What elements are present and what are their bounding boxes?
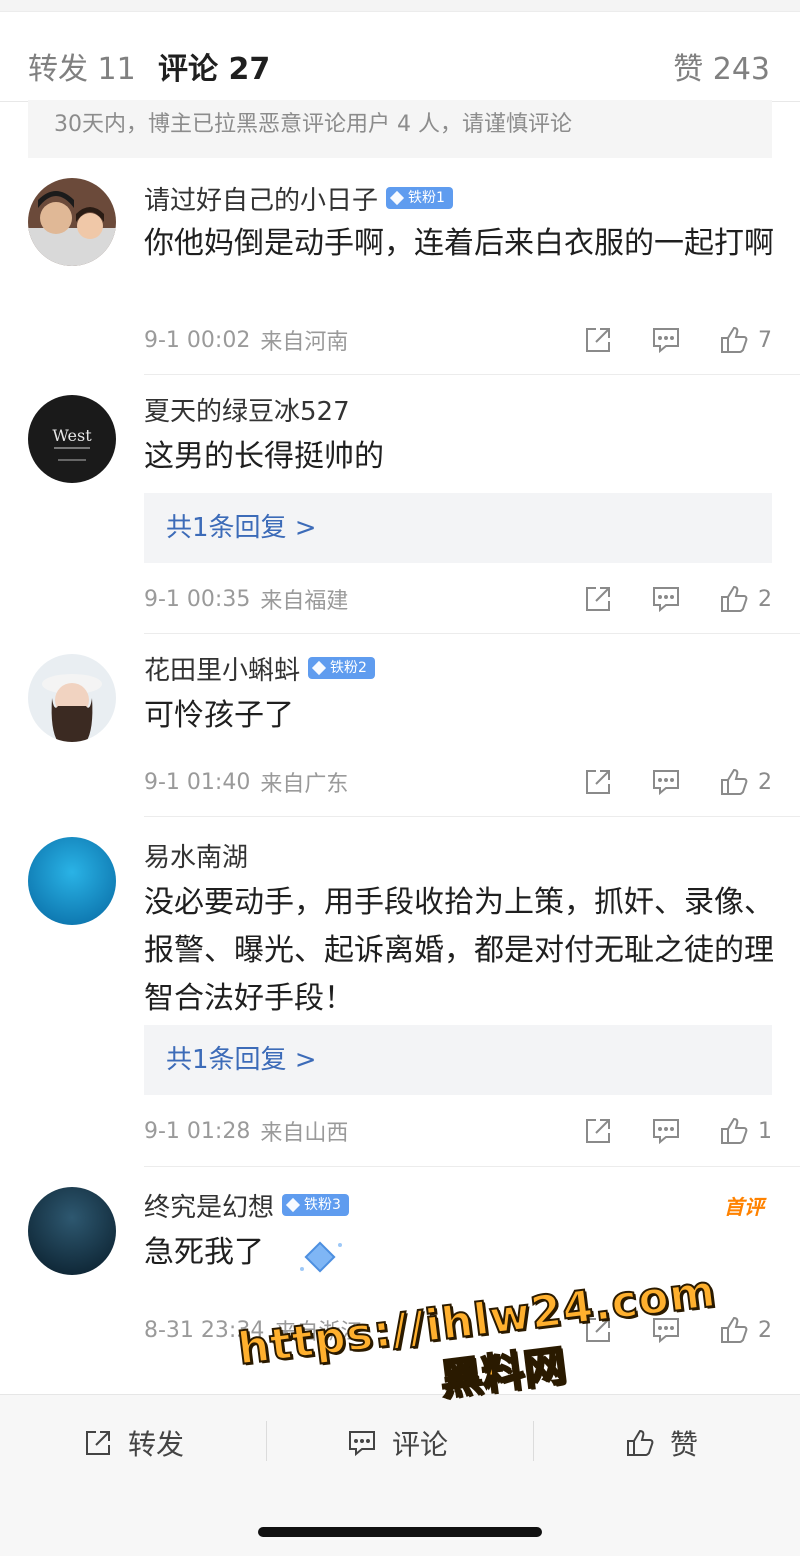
like-count: 2 <box>758 586 772 612</box>
view-replies-link[interactable]: 共1条回复 > <box>144 1025 772 1095</box>
view-replies-link[interactable]: 共1条回复 > <box>144 493 772 563</box>
avatar[interactable] <box>28 178 116 266</box>
like-button[interactable]: 2 <box>718 766 772 798</box>
comment-location: 来自福建 <box>260 589 349 614</box>
fan-badge: 铁粉1 <box>386 187 453 209</box>
share-icon <box>586 1119 610 1143</box>
like-count: 2 <box>758 1317 772 1343</box>
share-icon <box>586 587 610 611</box>
like-button[interactable]: 1 <box>718 1115 772 1147</box>
svg-text:West: West <box>52 426 92 445</box>
user-name[interactable]: 夏天的绿豆冰527 <box>144 391 350 428</box>
comment-location: 来自广东 <box>260 772 349 797</box>
share-button[interactable] <box>582 324 614 356</box>
avatar[interactable] <box>28 654 116 742</box>
fan-badge-label: 铁粉3 <box>304 1197 341 1213</box>
like-button[interactable]: 2 <box>718 1314 772 1346</box>
like-count: 1 <box>758 1118 772 1144</box>
first-comment-tag: 首评 <box>724 1195 764 1219</box>
status-strip <box>0 0 800 12</box>
fan-badge: 铁粉3 <box>282 1194 349 1216</box>
comment-time: 9-1 01:40 <box>144 769 251 795</box>
like-post-button[interactable]: 赞 <box>624 1423 698 1463</box>
comment-icon <box>653 770 679 796</box>
comment-list: 请过好自己的小日子 铁粉1 你他妈倒是动手啊，连着后来白衣服的一起打啊 9-1 … <box>0 162 800 1402</box>
comment-location: 来自山西 <box>260 1121 349 1146</box>
comment-icon <box>653 587 679 613</box>
comment-text: 你他妈倒是动手啊，连着后来白衣服的一起打啊 <box>144 226 774 261</box>
user-name[interactable]: 易水南湖 <box>144 837 248 874</box>
share-button[interactable] <box>582 1115 614 1147</box>
thumbs-up-icon <box>721 1316 748 1343</box>
comment-icon <box>349 1431 375 1457</box>
tab-forward[interactable]: 转发 11 <box>28 50 136 90</box>
user-name[interactable]: 花田里小蝌蚪 <box>144 650 300 687</box>
share-icon <box>86 1431 110 1455</box>
reply-button[interactable] <box>650 324 682 356</box>
thumbs-up-icon <box>721 1117 748 1144</box>
thumbs-up-icon <box>627 1429 654 1456</box>
fan-badge-label: 铁粉1 <box>408 190 445 206</box>
diamond-icon <box>389 190 405 206</box>
like-label: 赞 <box>670 1428 699 1461</box>
sparkle-gem-icon <box>300 1241 342 1273</box>
home-indicator <box>258 1527 542 1537</box>
fan-badge: 铁粉2 <box>308 657 375 679</box>
comment-text: 这男的长得挺帅的 <box>144 439 384 474</box>
comment-icon <box>653 328 679 354</box>
thumbs-up-icon <box>721 768 748 795</box>
thumbs-up-icon <box>721 585 748 612</box>
share-button[interactable] <box>582 766 614 798</box>
avatar[interactable] <box>28 1187 116 1275</box>
share-icon <box>586 770 610 794</box>
avatar[interactable] <box>28 837 116 925</box>
comment-time: 9-1 00:35 <box>144 586 251 612</box>
like-count: 2 <box>758 769 772 795</box>
user-name[interactable]: 请过好自己的小日子 <box>144 180 378 217</box>
comment-text: 没必要动手，用手段收拾为上策，抓奸、录像、报警、曝光、起诉离婚，都是对付无耻之徒… <box>144 885 774 1016</box>
comment-item: 易水南湖没必要动手，用手段收拾为上策，抓奸、录像、报警、曝光、起诉离婚，都是对付… <box>28 817 800 1167</box>
comment-time: 9-1 00:02 <box>144 327 251 353</box>
thumbs-up-icon <box>721 326 748 353</box>
share-icon <box>586 328 610 352</box>
tab-like[interactable]: 赞 243 <box>673 50 770 90</box>
avatar[interactable]: West <box>28 395 116 483</box>
forward-button[interactable]: 转发 <box>82 1423 184 1463</box>
comment-item: West 夏天的绿豆冰527 这男的长得挺帅的共1条回复 > 9-1 00:35 来自福… <box>28 375 800 634</box>
reply-button[interactable] <box>650 766 682 798</box>
like-button[interactable]: 7 <box>718 324 772 356</box>
comment-label: 评论 <box>392 1428 449 1461</box>
tab-comment[interactable]: 评论 27 <box>158 50 270 90</box>
like-count: 7 <box>758 327 772 353</box>
reply-button[interactable] <box>650 583 682 615</box>
comment-item: 花田里小蝌蚪 铁粉2 可怜孩子了 9-1 01:40 来自广东 2 <box>28 634 800 817</box>
comment-location: 来自河南 <box>260 330 349 355</box>
moderation-notice: 30天内，博主已拉黑恶意评论用户 4 人，请谨慎评论 <box>28 100 772 158</box>
share-button[interactable] <box>582 583 614 615</box>
reply-button[interactable] <box>650 1115 682 1147</box>
divider <box>533 1421 534 1461</box>
diamond-icon <box>285 1197 301 1213</box>
tab-bar: 转发 11 评论 27 赞 243 <box>0 12 800 107</box>
comment-item: 请过好自己的小日子 铁粉1 你他妈倒是动手啊，连着后来白衣服的一起打啊 9-1 … <box>28 162 800 375</box>
comment-text: 可怜孩子了 <box>144 698 294 733</box>
like-button[interactable]: 2 <box>718 583 772 615</box>
bottom-action-bar: 转发 评论 赞 <box>0 1394 800 1556</box>
fan-badge-label: 铁粉2 <box>330 660 367 676</box>
comment-icon <box>653 1119 679 1145</box>
diamond-icon <box>311 660 327 676</box>
comment-button[interactable]: 评论 <box>346 1423 448 1463</box>
forward-label: 转发 <box>128 1428 185 1461</box>
comment-time: 9-1 01:28 <box>144 1118 251 1144</box>
user-name[interactable]: 终究是幻想 <box>144 1187 274 1224</box>
